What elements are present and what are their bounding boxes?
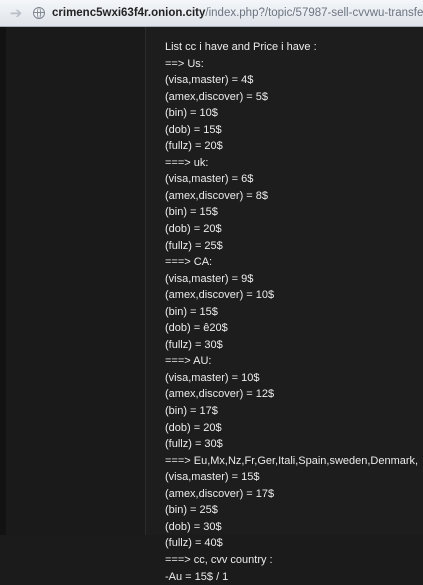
post-line: (bin) = 10$ <box>165 105 418 122</box>
browser-toolbar: ➔ crimenc5wxi63f4r.onion.city/index.php?… <box>0 0 423 27</box>
post-line: (visa,master) = 9$ <box>165 271 418 288</box>
post-line: (bin) = 17$ <box>165 403 418 420</box>
post-line: (visa,master) = 10$ <box>165 370 418 387</box>
post-line: (dob) = ê20$ <box>165 320 418 337</box>
post-content: List cc i have and Price i have : ==> Us… <box>146 27 423 535</box>
post-line: (dob) = 20$ <box>165 221 418 238</box>
post-line: ===> Eu,Mx,Nz,Fr,Ger,Itali,Spain,sweden,… <box>165 453 418 470</box>
post-line: (fullz) = 30$ <box>165 337 418 354</box>
author-sidebar <box>0 27 146 535</box>
post-line: ===> CA: <box>165 254 418 271</box>
address-bar[interactable]: crimenc5wxi63f4r.onion.city/index.php?/t… <box>52 6 423 20</box>
left-edge-strip <box>0 27 6 535</box>
url-host: crimenc5wxi63f4r.onion.city <box>52 7 205 19</box>
post-line: (fullz) = 25$ <box>165 238 418 255</box>
post-line: (fullz) = 20$ <box>165 138 418 155</box>
post-line: ===> cc, cvv country : <box>165 552 418 569</box>
post-line: (visa,master) = 15$ <box>165 469 418 486</box>
post-line: (amex,discover) = 10$ <box>165 287 418 304</box>
post-line: List cc i have and Price i have : <box>165 39 418 56</box>
post-line: ===> AU: <box>165 353 418 370</box>
post-line: (bin) = 25$ <box>165 502 418 519</box>
post-line: (visa,master) = 4$ <box>165 72 418 89</box>
post-text-lines: List cc i have and Price i have : ==> Us… <box>165 39 418 585</box>
post-line: (dob) = 15$ <box>165 122 418 139</box>
post-line: ==> Us: <box>165 56 418 73</box>
post-line: (dob) = 20$ <box>165 420 418 437</box>
post-line: (bin) = 15$ <box>165 304 418 321</box>
post-line: (visa,master) = 6$ <box>165 171 418 188</box>
forward-arrow-icon[interactable]: ➔ <box>6 3 26 23</box>
post-line: (fullz) = 40$ <box>165 535 418 552</box>
post-line: (amex,discover) = 5$ <box>165 89 418 106</box>
post-line: (amex,discover) = 8$ <box>165 188 418 205</box>
post-line: (fullz) = 30$ <box>165 436 418 453</box>
post-line: (amex,discover) = 17$ <box>165 486 418 503</box>
post-line: ===> uk: <box>165 155 418 172</box>
post-line: (bin) = 15$ <box>165 204 418 221</box>
post-line: (dob) = 30$ <box>165 519 418 536</box>
url-path: /index.php?/topic/57987-sell-cvvwu-trans… <box>205 7 423 19</box>
post-line: -Au = 15$ / 1 <box>165 569 418 585</box>
globe-icon <box>33 7 45 19</box>
post-line: (amex,discover) = 12$ <box>165 386 418 403</box>
